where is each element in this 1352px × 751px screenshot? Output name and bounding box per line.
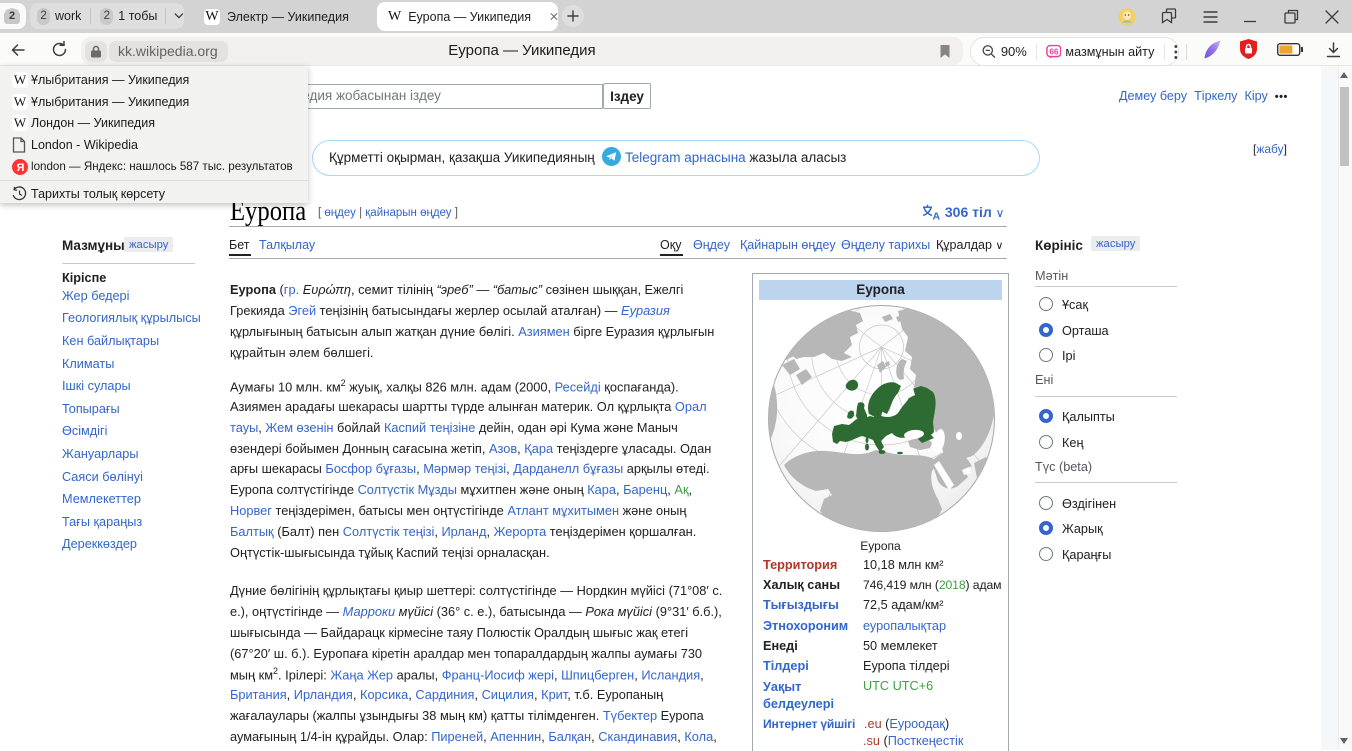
svg-text:A: A bbox=[933, 211, 941, 221]
svg-text:66: 66 bbox=[1049, 47, 1059, 56]
svg-text:Я: Я bbox=[17, 162, 25, 174]
